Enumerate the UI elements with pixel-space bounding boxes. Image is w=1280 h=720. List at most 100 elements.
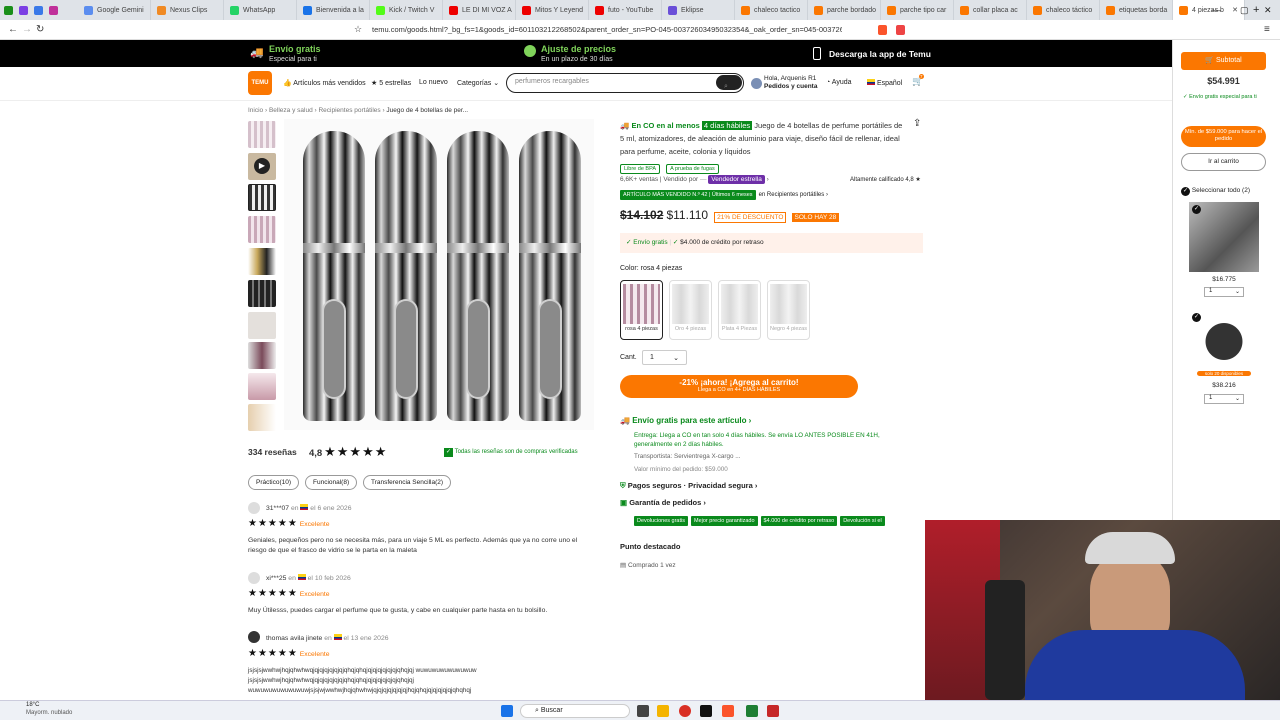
cart-item-image[interactable]: ✓ solo 20 disponibles	[1189, 310, 1259, 380]
search-box[interactable]: perfumeros recargables ⌕	[506, 73, 744, 93]
nav-new[interactable]: Lo nuevo	[419, 79, 448, 86]
app-icon[interactable]	[767, 705, 779, 717]
video-thumbnail[interactable]: ▶	[248, 153, 276, 180]
brave-shield-icon[interactable]	[878, 24, 887, 35]
secure-payments[interactable]: ⛨ Pagos seguros · Privacidad segura ›	[620, 481, 757, 491]
download-app-link[interactable]: Descarga la app de Temu	[829, 49, 931, 59]
language-selector[interactable]: Español	[867, 79, 902, 87]
thumbnail[interactable]	[248, 121, 276, 148]
color-option-plata[interactable]: Plata 4 Piezas	[718, 280, 761, 340]
browser-tab[interactable]: collar placa ac	[954, 0, 1027, 20]
browser-tab[interactable]: etiquetas borda	[1100, 0, 1173, 20]
cart-item-qty[interactable]: 1 ⌄	[1204, 287, 1244, 297]
nav-five-stars[interactable]: ★ 5 estrellas	[371, 79, 411, 87]
breadcrumb-home[interactable]: Inicio	[248, 107, 263, 114]
browser-tab[interactable]: Nexus Clips	[151, 0, 224, 20]
close-tab-icon[interactable]: ✕	[1232, 6, 1238, 14]
star-seller-badge[interactable]: Vendedor estrella	[708, 175, 765, 184]
add-to-cart-button[interactable]: -21% ¡ahora! ¡Agrega al carrito! Llega a…	[620, 375, 858, 398]
thumbnail[interactable]	[248, 216, 276, 243]
browser-tab[interactable]: chaleco táctico	[1027, 0, 1100, 20]
extension-icon[interactable]	[896, 24, 905, 35]
browser-tab[interactable]: parche bordado	[808, 0, 881, 20]
browser-tab[interactable]: futo - YouTube	[589, 0, 662, 20]
order-guarantee[interactable]: ▣ Garantía de pedidos ›	[620, 498, 706, 507]
thumbnail[interactable]	[248, 404, 276, 431]
menu-icon[interactable]: ≡	[1264, 24, 1270, 35]
address-bar[interactable]: temu.com/goods.html?_bg_fs=1&goods_id=60…	[372, 22, 842, 38]
color-option-rosa[interactable]: rosa 4 piezas	[620, 280, 663, 340]
product-main-image[interactable]	[284, 119, 594, 430]
min-order-button[interactable]: Mín. de $59.000 para hacer el pedido	[1181, 126, 1266, 147]
app-icon[interactable]	[679, 705, 691, 717]
thumbnail[interactable]	[248, 280, 276, 307]
checkbox-checked-icon[interactable]: ✓	[1192, 205, 1201, 214]
browser-tab[interactable]: chaleco tactico	[735, 0, 808, 20]
taskbar-search[interactable]: ⌕ Buscar	[520, 704, 630, 718]
bestseller-category[interactable]: en Recipientes portátiles	[759, 192, 825, 198]
file-explorer-icon[interactable]	[657, 705, 669, 717]
forward-icon[interactable]: →	[22, 24, 32, 35]
go-to-cart-button[interactable]: Ir al carrito	[1181, 153, 1266, 171]
browser-tab[interactable]: Google Gemini	[78, 0, 151, 20]
bookmark-icon[interactable]: ☆	[354, 24, 362, 35]
thumbnail[interactable]	[248, 342, 276, 369]
review-filter[interactable]: Práctico(10)	[248, 475, 300, 490]
pinned-app-icon[interactable]	[49, 5, 58, 15]
quantity-select[interactable]: 1 ⌄	[642, 350, 687, 365]
help-link[interactable]: ◔ Ayuda	[826, 79, 852, 86]
browser-tab[interactable]: LE DI MI VOZ A	[443, 0, 516, 20]
excel-icon[interactable]	[746, 705, 758, 717]
checkbox-checked-icon[interactable]: ✓	[1181, 187, 1190, 196]
browser-tab[interactable]: Mitos Y Leyend	[516, 0, 589, 20]
subtotal-button[interactable]: 🛒 Subtotal	[1181, 52, 1266, 70]
select-all[interactable]: ✓ Seleccionar todo (2)	[1181, 187, 1250, 196]
browser-tab-active[interactable]: 4 piezas b ✕	[1173, 0, 1245, 20]
app-icon[interactable]	[700, 705, 712, 717]
color-option-oro[interactable]: Oro 4 piezas	[669, 280, 712, 340]
browser-tab[interactable]: Kick / Twitch V	[370, 0, 443, 20]
cart-item-image[interactable]: ✓	[1189, 202, 1259, 272]
review-filter[interactable]: Funcional(8)	[305, 475, 358, 490]
task-view-icon[interactable]	[637, 705, 649, 717]
thumbnail[interactable]	[248, 373, 276, 400]
review-filter[interactable]: Transferencia Sencilla(2)	[363, 475, 452, 490]
browser-tab[interactable]: WhatsApp	[224, 0, 297, 20]
avatar[interactable]	[751, 78, 762, 89]
nav-bestsellers[interactable]: 👍 Artículos más vendidos	[283, 79, 366, 87]
minimize-icon[interactable]: —	[1212, 5, 1221, 15]
browser-tab[interactable]: Eklipse	[662, 0, 735, 20]
search-button[interactable]: ⌕	[716, 75, 742, 90]
search-input[interactable]: perfumeros recargables	[515, 78, 589, 85]
account-orders[interactable]: Pedidos y cuenta	[764, 83, 817, 90]
temu-logo[interactable]: TEMU	[248, 71, 272, 95]
brave-icon[interactable]	[722, 705, 734, 717]
breadcrumb-containers[interactable]: Recipientes portátiles	[318, 107, 380, 114]
browser-tab[interactable]: parche tipo car	[881, 0, 954, 20]
checkbox-checked-icon[interactable]: ✓	[1192, 313, 1201, 322]
close-window-icon[interactable]: ✕	[1264, 5, 1272, 16]
thumbnail[interactable]	[248, 312, 276, 339]
twitch-icon[interactable]	[19, 5, 28, 15]
cart-icon[interactable]: 🛒 7	[912, 74, 924, 87]
account-greeting[interactable]: Hola, Arquenis R1	[764, 75, 816, 82]
nav-categories[interactable]: Categorías ⌄	[457, 79, 499, 87]
pinned-app-icon[interactable]	[34, 5, 43, 15]
color-option-negro[interactable]: Negro 4 piezas	[767, 280, 810, 340]
shipping-title[interactable]: 🚚 Envío gratis para este artículo ›	[620, 416, 751, 425]
pinned-app-icon[interactable]	[4, 5, 13, 15]
browser-tab[interactable]: Bienvenida a la	[297, 0, 370, 20]
cart-item-qty[interactable]: 1 ⌄	[1204, 394, 1244, 404]
back-icon[interactable]: ←	[8, 24, 18, 35]
weather-temp[interactable]: 18°C	[26, 702, 39, 708]
review-count[interactable]: 334 reseñas	[248, 447, 297, 457]
start-icon[interactable]	[501, 705, 513, 717]
reload-icon[interactable]: ↻	[36, 24, 44, 35]
share-icon[interactable]: ⇪	[913, 118, 921, 129]
thumbnail-selected[interactable]	[248, 184, 276, 211]
new-tab-icon[interactable]: +	[1253, 4, 1259, 16]
breadcrumb-beauty[interactable]: Belleza y salud	[269, 107, 313, 114]
weather-desc[interactable]: Mayorm. nublado	[26, 710, 72, 716]
thumbnail[interactable]	[248, 248, 276, 275]
maximize-icon[interactable]: ▢	[1240, 5, 1249, 16]
